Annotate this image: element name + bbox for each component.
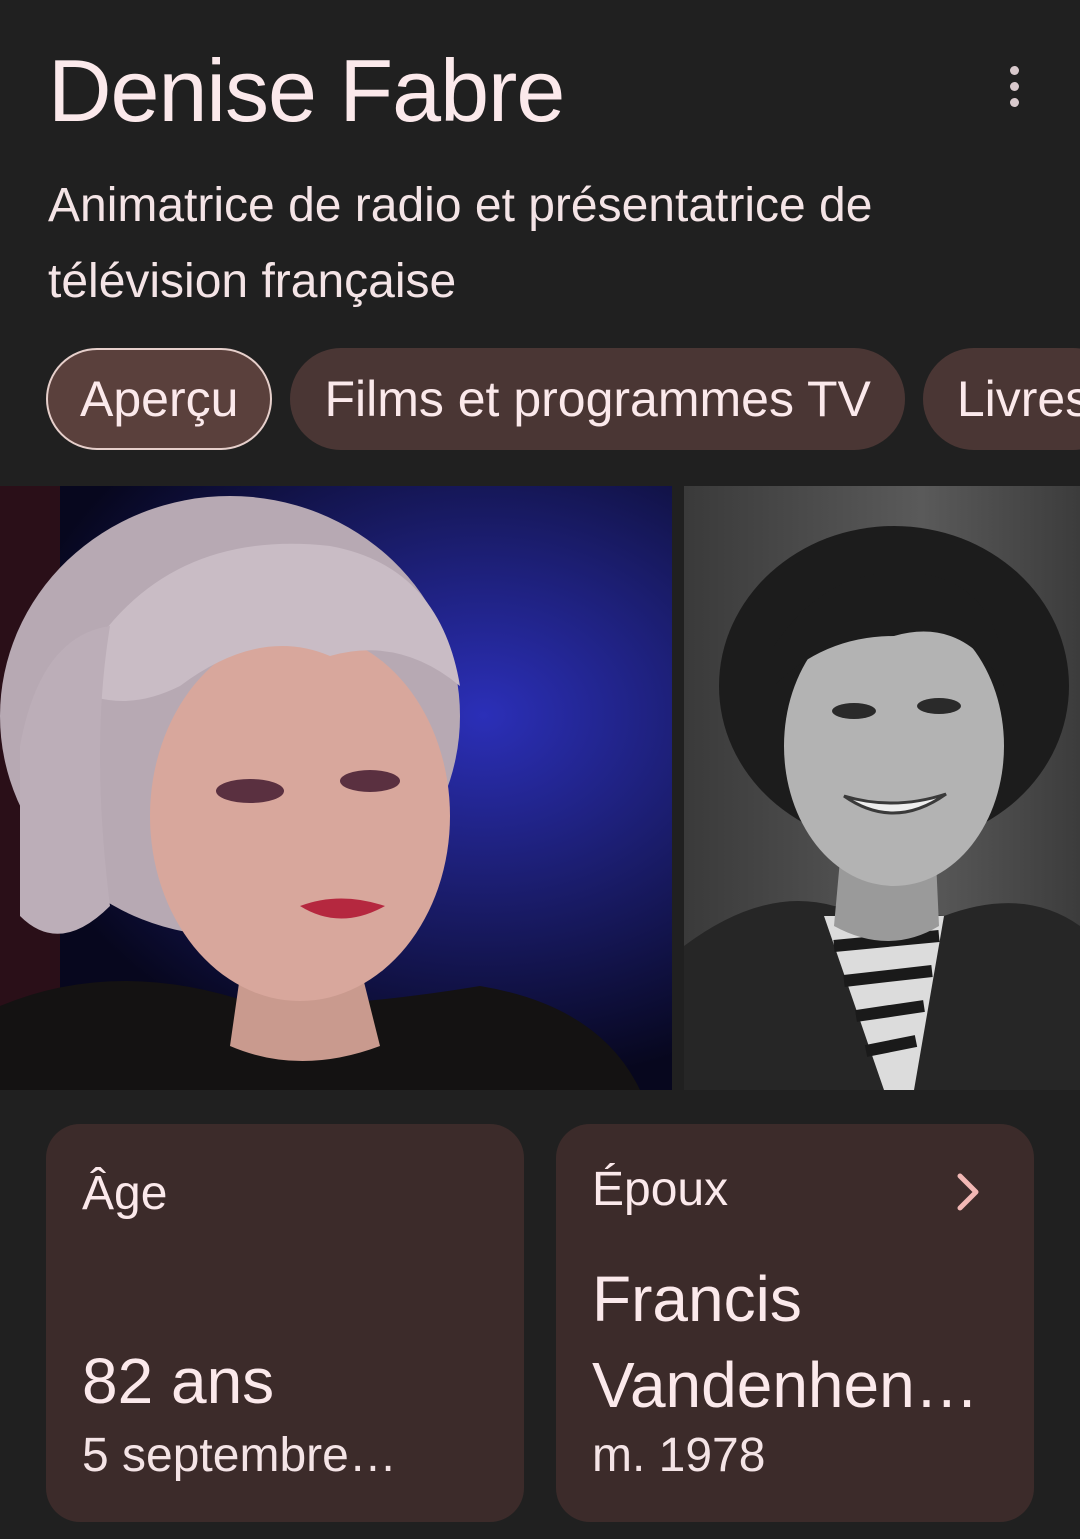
portrait-color-image [0, 486, 640, 1090]
spouse-label: Époux [592, 1163, 729, 1216]
tab-films-programmes[interactable]: Films et programmes TV [290, 348, 905, 450]
age-card[interactable]: Âge 82 ans 5 septembre… [46, 1124, 524, 1522]
tab-livres[interactable]: Livres [922, 348, 1080, 450]
marriage-year: m. 1978 [592, 1429, 766, 1482]
spouse-name: Francis Vandenhen… [592, 1263, 979, 1421]
portrait-bw-image [684, 526, 1080, 1090]
age-label: Âge [82, 1167, 168, 1220]
spouse-card[interactable]: Époux Francis Vandenhen… m. 1978 [556, 1124, 1034, 1522]
tab-bar: Aperçu Films et programmes TV Livres [46, 348, 1080, 450]
chevron-right-icon[interactable] [948, 1172, 988, 1212]
page-subtitle: Animatrice de radio et présentatrice de … [48, 179, 873, 308]
tab-apercu[interactable]: Aperçu [46, 348, 273, 450]
photo-color[interactable] [0, 486, 672, 1090]
more-vert-icon[interactable] [988, 58, 1040, 114]
age-value: 82 ans [82, 1345, 275, 1417]
birth-date: 5 septembre… [82, 1429, 397, 1482]
page-title: Denise Fabre [48, 41, 565, 140]
photo-bw[interactable] [684, 486, 1080, 1090]
knowledge-panel: Denise Fabre Animatrice de radio et prés… [0, 0, 1080, 1539]
image-carousel [0, 486, 1080, 1090]
